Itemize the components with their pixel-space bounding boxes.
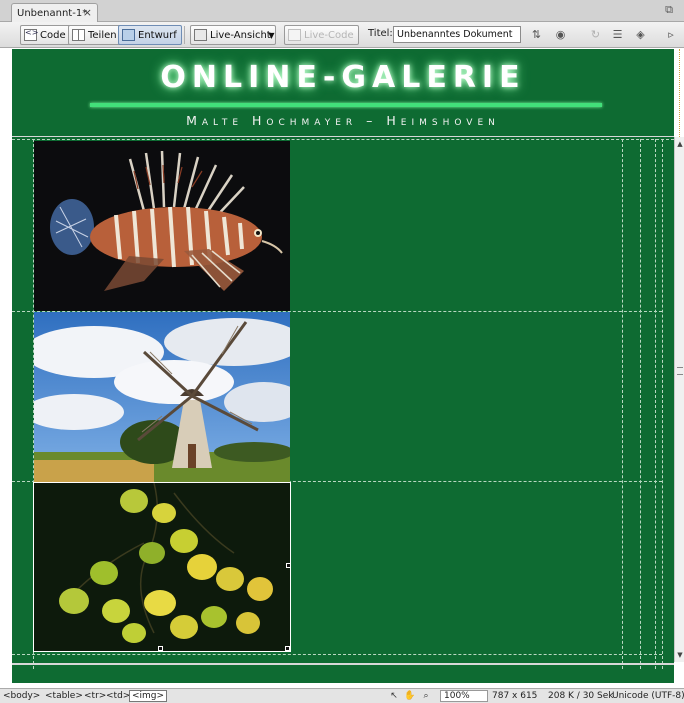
code-view-icon	[24, 28, 38, 41]
canvas-guide-line	[679, 49, 680, 137]
canvas-right-margin	[674, 49, 684, 137]
tag-selector-img[interactable]: <img>	[129, 690, 168, 702]
file-management-icon[interactable]: ⇅	[528, 27, 545, 43]
table-column-guide	[655, 139, 656, 669]
download-size: 208 K / 30 Sek	[548, 691, 614, 701]
status-bar: <body> <table> <tr> <td> <img> ↖ ✋ ⌕ 100…	[0, 688, 684, 703]
scroll-grip[interactable]	[677, 367, 683, 375]
scroll-down-arrow-icon[interactable]: ▼	[675, 650, 684, 660]
footer-rule	[12, 663, 674, 665]
table-border-top	[12, 139, 674, 140]
zoom-value: 100%	[444, 691, 470, 701]
split-view-icon	[72, 29, 85, 41]
page-subtitle: Malte Hochmayer – Heimshoven	[186, 113, 500, 128]
zoom-select[interactable]: 100%	[440, 690, 488, 702]
code-view-button[interactable]: Code	[20, 25, 71, 45]
tag-selector-body[interactable]: <body>	[3, 691, 40, 701]
select-tool-icon[interactable]: ↖	[388, 690, 400, 702]
tag-selector-table[interactable]: <table>	[45, 691, 83, 701]
title-label: Titel:	[368, 28, 393, 39]
close-tab-icon[interactable]: ×	[83, 6, 92, 19]
live-view-icon	[194, 29, 207, 41]
design-view-label: Entwurf	[138, 29, 177, 41]
live-view-dropdown-arrow[interactable]: ▼	[266, 26, 277, 45]
window-size[interactable]: 787 x 615	[492, 691, 537, 701]
gallery-image-lionfish[interactable]	[34, 141, 290, 311]
title-underline	[90, 103, 602, 107]
table-column-guide	[662, 139, 663, 669]
refresh-icon[interactable]: ↻	[587, 27, 604, 43]
selection-handle-bottom[interactable]	[158, 646, 163, 651]
selection-handle-right[interactable]	[286, 563, 290, 568]
split-view-button[interactable]: Teilen	[68, 25, 122, 45]
code-view-label: Code	[40, 29, 66, 41]
validate-icon[interactable]: ▹	[663, 27, 679, 43]
live-view-label: Live-Ansicht	[210, 29, 271, 41]
encoding: Unicode (UTF-8)	[612, 691, 684, 701]
page-header: ONLINE-GALERIE Malte Hochmayer – Heimsho…	[12, 49, 674, 137]
live-code-button[interactable]: Live-Code	[284, 25, 359, 45]
toolbar-separator	[184, 26, 185, 44]
design-canvas[interactable]: ONLINE-GALERIE Malte Hochmayer – Heimsho…	[12, 49, 674, 683]
live-view-button[interactable]: Live-Ansicht	[190, 25, 276, 45]
selection-handle-corner[interactable]	[285, 646, 290, 651]
table-column-guide	[622, 139, 623, 669]
view-options-icon[interactable]: ☰	[609, 27, 626, 43]
document-toolbar: Code Teilen Entwurf Live-Ansicht ▼ Live-…	[0, 22, 684, 48]
vertical-scrollbar[interactable]: ▲ ▼	[674, 137, 684, 662]
document-tab-title: Unbenannt-1*	[17, 7, 88, 19]
tag-selector-tr[interactable]: <tr>	[84, 691, 106, 701]
zoom-tool-icon[interactable]: ⌕	[420, 690, 432, 702]
hand-tool-icon[interactable]: ✋	[404, 690, 416, 702]
document-tab[interactable]: Unbenannt-1* ×	[11, 3, 98, 22]
restore-icon[interactable]: ⧉	[662, 3, 676, 17]
live-code-label: Live-Code	[304, 29, 354, 41]
gallery-image-autumn-leaves[interactable]	[33, 482, 291, 652]
visual-aids-icon[interactable]: ◈	[632, 27, 649, 43]
browser-preview-icon[interactable]: ◉	[552, 27, 569, 43]
gallery-image-windmill[interactable]	[34, 312, 290, 482]
design-view-icon	[122, 29, 135, 41]
tag-selector-td[interactable]: <td>	[106, 691, 130, 701]
scroll-up-arrow-icon[interactable]: ▲	[675, 139, 684, 149]
design-view-button[interactable]: Entwurf	[118, 25, 182, 45]
live-code-icon	[288, 29, 301, 41]
page-title: ONLINE-GALERIE	[160, 60, 526, 95]
split-view-label: Teilen	[88, 29, 117, 41]
document-tab-bar: Unbenannt-1* × ⧉	[0, 0, 684, 22]
table-border-bottom	[12, 654, 662, 655]
document-title-input[interactable]	[393, 26, 521, 43]
table-column-guide	[640, 139, 641, 669]
